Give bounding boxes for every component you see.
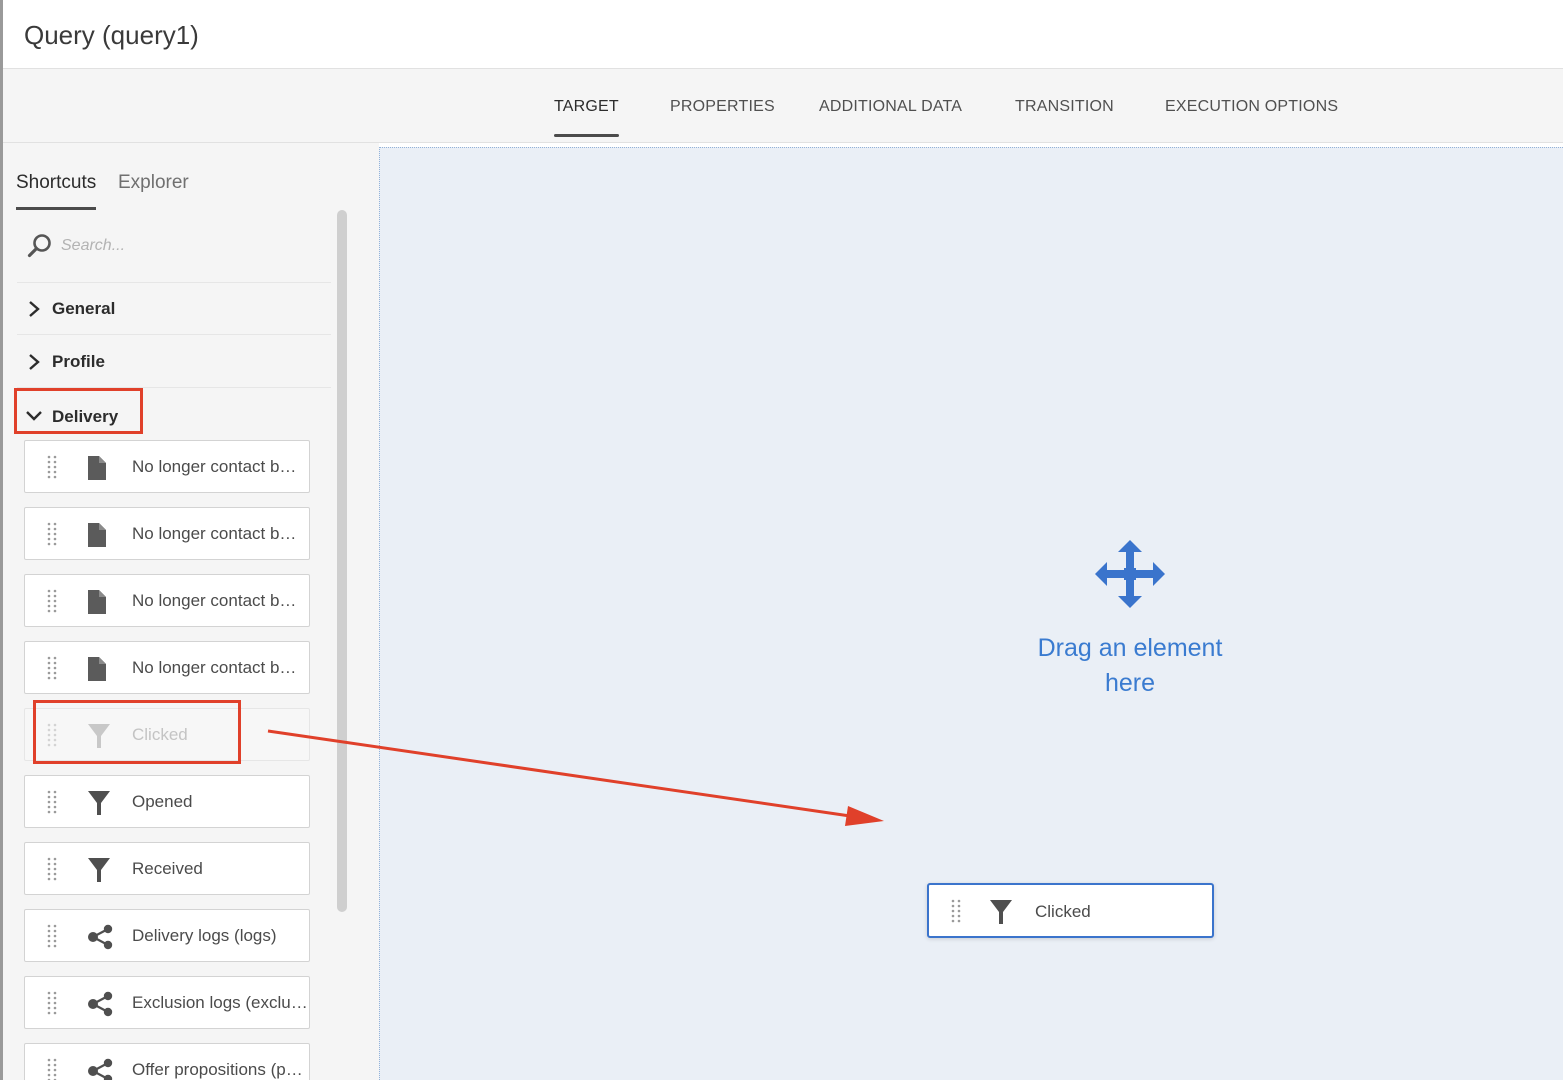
tab-label: TRANSITION bbox=[1015, 98, 1114, 115]
tab-label: TARGET bbox=[554, 98, 619, 115]
filter-icon bbox=[990, 900, 1012, 924]
tab-execution-options[interactable]: EXECUTION OPTIONS bbox=[1165, 98, 1338, 116]
item-label: Offer propositions (p… bbox=[132, 1060, 303, 1079]
active-tab-indicator bbox=[554, 134, 619, 137]
move-arrows-icon bbox=[1095, 540, 1165, 608]
tab-label: PROPERTIES bbox=[670, 98, 775, 115]
tab-transition[interactable]: TRANSITION bbox=[1015, 98, 1114, 116]
filter-icon bbox=[88, 858, 110, 882]
list-item[interactable]: No longer contact b… bbox=[24, 440, 310, 493]
drag-handle-icon bbox=[951, 899, 961, 923]
tab-label: ADDITIONAL DATA bbox=[819, 98, 963, 115]
drag-handle-icon bbox=[47, 522, 57, 546]
item-label: No longer contact b… bbox=[132, 524, 297, 543]
tab-label: EXECUTION OPTIONS bbox=[1165, 98, 1339, 115]
list-item[interactable]: No longer contact b… bbox=[24, 507, 310, 560]
item-label: Exclusion logs (exclu… bbox=[132, 993, 308, 1012]
search-box bbox=[17, 213, 331, 283]
share-link-icon bbox=[88, 991, 113, 1017]
drop-zone-message-line2: here bbox=[1104, 669, 1156, 697]
item-label: Clicked bbox=[1035, 902, 1091, 921]
search-input[interactable] bbox=[61, 233, 311, 259]
item-label: No longer contact b… bbox=[132, 658, 297, 677]
document-icon bbox=[88, 590, 106, 614]
list-item[interactable]: No longer contact b… bbox=[24, 574, 310, 627]
chevron-right-icon bbox=[29, 354, 40, 370]
document-icon bbox=[88, 456, 106, 480]
title-bar: Query (query1) bbox=[3, 0, 1563, 69]
sidebar-palette: Shortcuts Explorer General Profile Deliv… bbox=[3, 143, 379, 1080]
share-link-icon bbox=[88, 1058, 113, 1080]
sidebar-tab-label: Explorer bbox=[118, 172, 189, 193]
item-label: Delivery logs (logs) bbox=[132, 926, 277, 945]
list-item[interactable]: Offer propositions (p… bbox=[24, 1043, 310, 1080]
list-item[interactable]: Received bbox=[24, 842, 310, 895]
page-title: Query (query1) bbox=[24, 20, 199, 50]
item-label: No longer contact b… bbox=[132, 591, 297, 610]
item-label: Received bbox=[132, 859, 203, 878]
active-sidebar-tab-indicator bbox=[16, 207, 97, 210]
tab-target[interactable]: TARGET bbox=[554, 98, 619, 137]
annotation-highlight-delivery bbox=[14, 388, 143, 434]
filter-icon bbox=[88, 791, 110, 815]
section-profile[interactable]: Profile bbox=[17, 336, 331, 388]
drag-handle-icon bbox=[47, 924, 57, 948]
drag-handle-icon bbox=[47, 991, 57, 1015]
sidebar-tab-shortcuts[interactable]: Shortcuts bbox=[16, 172, 97, 210]
drop-zone[interactable] bbox=[379, 147, 1563, 1080]
document-icon bbox=[88, 657, 106, 681]
list-item[interactable]: Opened bbox=[24, 775, 310, 828]
drag-handle-icon bbox=[47, 790, 57, 814]
share-link-icon bbox=[88, 924, 113, 950]
drag-handle-icon bbox=[47, 455, 57, 479]
dragged-item-clicked[interactable]: Clicked bbox=[927, 883, 1214, 938]
drag-handle-icon bbox=[47, 656, 57, 680]
list-item[interactable]: Exclusion logs (exclu… bbox=[24, 976, 310, 1029]
annotation-highlight-clicked bbox=[33, 700, 241, 764]
list-item[interactable]: Delivery logs (logs) bbox=[24, 909, 310, 962]
tab-properties[interactable]: PROPERTIES bbox=[670, 98, 775, 116]
search-icon bbox=[27, 234, 51, 258]
drag-handle-icon bbox=[47, 589, 57, 613]
item-label: No longer contact b… bbox=[132, 457, 297, 476]
chevron-right-icon bbox=[29, 301, 40, 317]
section-label: General bbox=[52, 299, 116, 318]
drag-handle-icon bbox=[47, 857, 57, 881]
activity-tab-bar: TARGET PROPERTIES ADDITIONAL DATA TRANSI… bbox=[3, 69, 1563, 143]
document-icon bbox=[88, 523, 106, 547]
drop-zone-message: Drag an element here bbox=[1000, 631, 1260, 701]
sidebar-tab-label: Shortcuts bbox=[16, 172, 97, 193]
section-general[interactable]: General bbox=[17, 283, 331, 335]
drag-handle-icon bbox=[47, 1058, 57, 1080]
sidebar-scrollbar[interactable] bbox=[337, 210, 347, 912]
list-item[interactable]: No longer contact b… bbox=[24, 641, 310, 694]
sidebar-tab-explorer[interactable]: Explorer bbox=[118, 172, 189, 194]
item-label: Opened bbox=[132, 792, 193, 811]
section-label: Profile bbox=[52, 352, 105, 371]
drop-zone-message-line1: Drag an element bbox=[1037, 634, 1223, 662]
tab-additional-data[interactable]: ADDITIONAL DATA bbox=[819, 98, 962, 116]
